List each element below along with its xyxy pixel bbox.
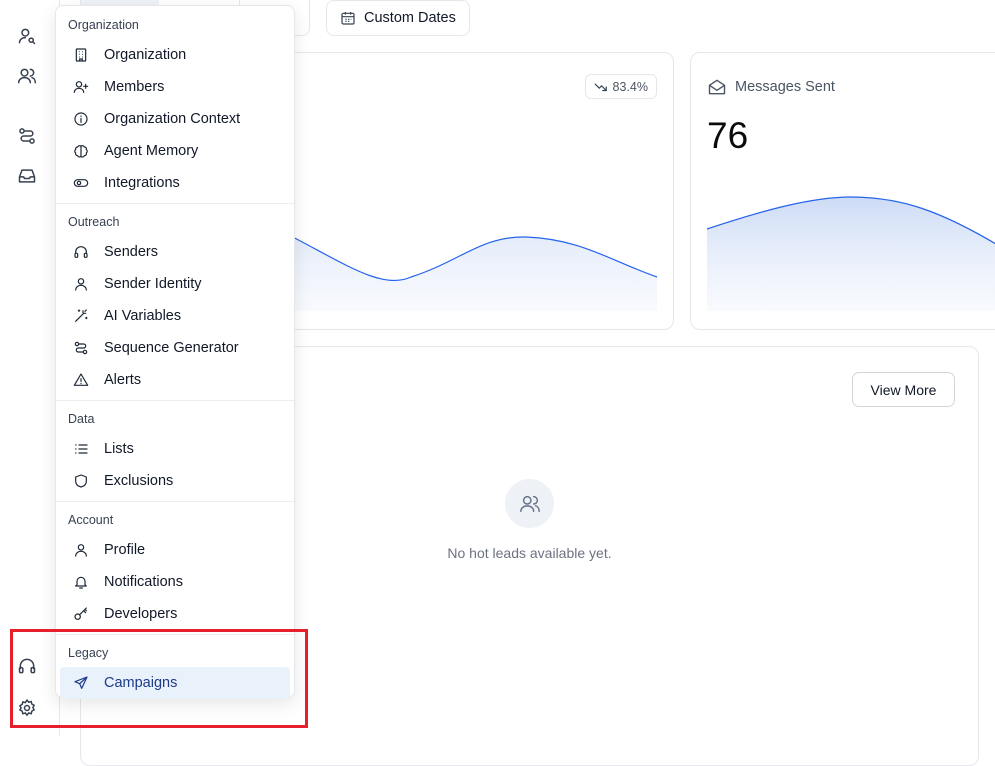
info-icon [72, 110, 90, 128]
menu-item-label: Profile [104, 542, 146, 558]
menu-item-label: AI Variables [104, 308, 182, 324]
key-icon [72, 605, 90, 623]
users-icon [519, 493, 541, 515]
toggle-icon [72, 174, 90, 192]
empty-state-badge [505, 479, 554, 528]
menu-item-label: Organization Context [104, 111, 241, 127]
menu-item-label: Notifications [104, 574, 183, 590]
menu-section-organization: Organization Organization Members Organi… [56, 11, 294, 199]
menu-item-label: Exclusions [104, 473, 174, 489]
view-more-button[interactable]: View More [852, 372, 955, 407]
card-title: Messages Sent [707, 77, 835, 97]
menu-item-organization[interactable]: Organization [56, 39, 294, 71]
user-plus-icon [72, 78, 90, 96]
menu-item-label: Sequence Generator [104, 340, 239, 356]
menu-item-label: Sender Identity [104, 276, 202, 292]
menu-divider [56, 634, 294, 635]
menu-item-notifications[interactable]: Notifications [56, 566, 294, 598]
menu-section-account: Account Profile Notifications Developers [56, 506, 294, 630]
shield-icon [72, 472, 90, 490]
menu-item-label: Organization [104, 47, 187, 63]
menu-section-title: Legacy [68, 646, 109, 660]
headphones-icon [72, 243, 90, 261]
menu-divider [56, 501, 294, 502]
mail-open-icon [707, 77, 727, 97]
card-title-label: Messages Sent [735, 79, 835, 95]
menu-item-agent-memory[interactable]: Agent Memory [56, 135, 294, 167]
user-icon [72, 275, 90, 293]
menu-item-label: Agent Memory [104, 143, 199, 159]
menu-item-members[interactable]: Members [56, 71, 294, 103]
route-icon[interactable] [15, 124, 39, 148]
menu-item-label: Lists [104, 441, 134, 457]
menu-item-label: Campaigns [104, 675, 178, 691]
gear-icon[interactable] [15, 696, 39, 720]
route-icon [72, 339, 90, 357]
list-icon [72, 440, 90, 458]
menu-item-profile[interactable]: Profile [56, 534, 294, 566]
area-chart-2 [706, 196, 995, 311]
menu-item-campaigns[interactable]: Campaigns [60, 667, 290, 699]
menu-divider [56, 400, 294, 401]
menu-section-title: Data [68, 412, 95, 426]
menu-item-senders[interactable]: Senders [56, 236, 294, 268]
magic-wand-icon [72, 307, 90, 325]
trend-down-icon [594, 80, 608, 94]
user-icon [72, 541, 90, 559]
menu-section-outreach: Outreach Senders Sender Identity AI Vari… [56, 208, 294, 396]
brain-icon [72, 142, 90, 160]
warning-icon [72, 371, 90, 389]
menu-divider [56, 203, 294, 204]
menu-item-label: Senders [104, 244, 159, 260]
stat-card-messages-sent: Messages Sent 76 [690, 52, 995, 330]
trend-value: 83.4% [612, 79, 648, 94]
settings-dropdown-menu: Organization Organization Members Organi… [55, 5, 295, 699]
menu-section-data: Data Lists Exclusions [56, 405, 294, 497]
bell-icon [72, 573, 90, 591]
menu-item-organization-context[interactable]: Organization Context [56, 103, 294, 135]
menu-section-title: Outreach [68, 215, 120, 229]
send-icon [72, 674, 90, 692]
menu-section-title: Organization [68, 18, 139, 32]
menu-item-ai-variables[interactable]: AI Variables [56, 300, 294, 332]
menu-item-integrations[interactable]: Integrations [56, 167, 294, 199]
custom-dates-label: Custom Dates [364, 10, 456, 26]
menu-item-sender-identity[interactable]: Sender Identity [56, 268, 294, 300]
custom-dates-button[interactable]: Custom Dates [326, 0, 470, 36]
menu-item-sequence-generator[interactable]: Sequence Generator [56, 332, 294, 364]
menu-item-label: Alerts [104, 372, 142, 388]
menu-item-label: Integrations [104, 175, 180, 191]
menu-section-title: Account [68, 513, 114, 527]
user-search-icon[interactable] [15, 24, 39, 48]
inbox-icon[interactable] [15, 164, 39, 188]
messages-sent-value: 76 [707, 115, 749, 156]
building-icon [72, 46, 90, 64]
calendar-icon [340, 10, 356, 26]
menu-item-exclusions[interactable]: Exclusions [56, 465, 294, 497]
menu-item-lists[interactable]: Lists [56, 433, 294, 465]
trend-badge: 83.4% [584, 74, 657, 99]
menu-item-label: Members [104, 79, 165, 95]
menu-item-alerts[interactable]: Alerts [56, 364, 294, 396]
users-icon[interactable] [15, 64, 39, 88]
menu-item-developers[interactable]: Developers [56, 598, 294, 630]
left-rail [0, 0, 60, 736]
menu-item-label: Developers [104, 606, 178, 622]
menu-section-legacy: Legacy Campaigns [56, 639, 294, 699]
headphones-icon[interactable] [15, 654, 39, 678]
